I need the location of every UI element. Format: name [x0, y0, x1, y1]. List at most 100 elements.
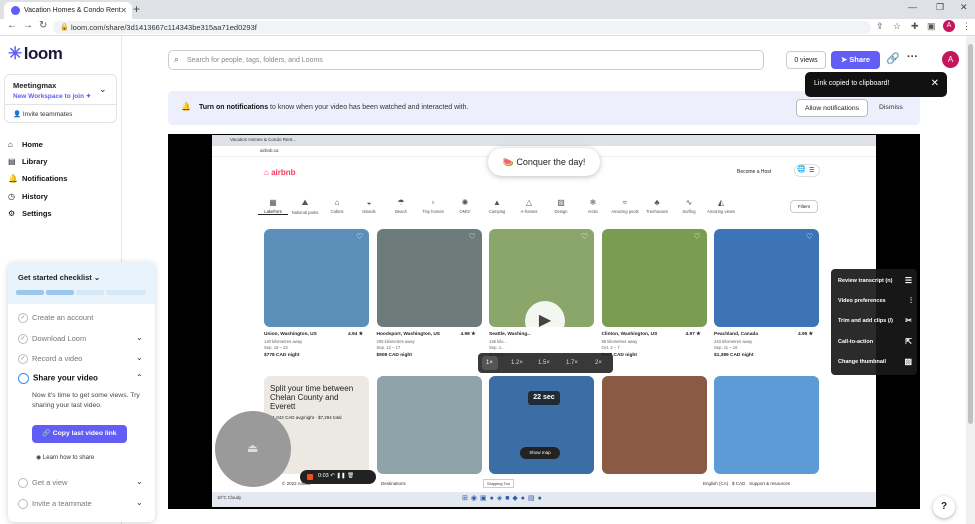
trim-clips-item[interactable]: Trim and add clips (/) ✂ — [838, 316, 912, 325]
copy-link-icon[interactable]: 🔗 — [886, 52, 900, 65]
play-button[interactable]: ▶ — [525, 301, 565, 341]
invite-teammates-link[interactable]: 👤 Invite teammates — [13, 110, 72, 118]
new-tab-icon[interactable]: + — [133, 2, 140, 16]
category-4: ☂ Beach — [386, 198, 416, 214]
speed-1-7x[interactable]: 1.7× — [566, 360, 578, 366]
back-icon[interactable]: ← — [7, 20, 17, 31]
checklist-item-create-account[interactable]: ✓ Create an account — [18, 313, 93, 324]
loom-star-icon: ✳ — [8, 44, 22, 63]
chevron-up-icon[interactable]: ⌃ — [136, 373, 143, 382]
help-button[interactable]: ? — [933, 496, 955, 518]
pause-icon[interactable]: ❚❚ — [336, 473, 345, 479]
stop-icon[interactable] — [307, 474, 313, 480]
listing-dates: Sep. 18 – 23 — [264, 345, 288, 350]
heart-icon: ♡ — [468, 232, 476, 241]
share-button[interactable]: ➤ Share — [831, 51, 880, 69]
chrome-menu-icon[interactable]: ⋮ — [962, 21, 971, 32]
dismiss-button[interactable]: Dismiss — [879, 104, 903, 111]
chevron-down-icon[interactable]: ⌄ — [136, 353, 143, 362]
chevron-down-icon[interactable]: ⌄ — [99, 84, 107, 95]
share-page-icon[interactable]: ⇪ — [876, 21, 884, 32]
destinations-text: Destinations — [381, 481, 406, 486]
call-to-action-item[interactable]: Call-to-action ⇱ — [838, 337, 912, 346]
close-window-icon[interactable]: ✕ — [960, 2, 968, 13]
weather-widget: 18°C Cloudy — [217, 495, 242, 500]
bookmark-star-icon[interactable]: ☆ — [893, 21, 901, 32]
share-description: Now it's time to get some views. Try sha… — [32, 392, 140, 409]
menu-label: Review transcript (n) — [838, 278, 893, 284]
checklist-item-share[interactable]: Share your video — [18, 373, 98, 384]
chevron-down-icon[interactable]: ⌄ — [136, 477, 143, 486]
menu-label: Call-to-action — [838, 339, 874, 345]
category-10: ❄ Arctic — [578, 198, 608, 214]
checklist-header[interactable] — [8, 262, 155, 304]
workspace-join-link[interactable]: New Workspace to join ✦ — [13, 92, 91, 100]
trash-icon[interactable]: 🗑 — [347, 473, 354, 479]
sidepanel-icon[interactable]: ▣ — [927, 21, 936, 32]
extensions-icon[interactable]: ✚ — [911, 21, 919, 32]
nav-notifications[interactable]: 🔔 Notifications — [8, 174, 67, 183]
checklist-title[interactable]: Get started checklist ⌄ — [18, 273, 100, 282]
category-label: Islands — [362, 209, 376, 214]
checklist-title-text: Get started checklist — [18, 273, 92, 282]
reload-icon[interactable]: ↻ — [39, 20, 47, 31]
scrollbar-thumb[interactable] — [968, 44, 973, 424]
profile-avatar[interactable]: A — [943, 20, 955, 32]
checklist-item-get-view[interactable]: Get a view — [18, 478, 67, 489]
url-field[interactable]: 🔒 loom.com/share/3d1413667c114343be315aa7… — [53, 21, 871, 34]
allow-notifications-button[interactable]: Allow notifications — [796, 99, 868, 117]
category-icon: ✺ — [461, 198, 469, 207]
maximize-icon[interactable]: ❐ — [936, 2, 944, 13]
forward-icon[interactable]: → — [23, 20, 33, 31]
more-options-icon[interactable]: ··· — [907, 51, 918, 63]
category-icon: ∿ — [685, 198, 693, 207]
heart-icon: ♡ — [356, 232, 364, 241]
speed-1-5x[interactable]: 1.5× — [538, 360, 550, 366]
listing-photo — [376, 229, 482, 327]
recording-controls[interactable]: 0:03 ↶ ❚❚ 🗑 — [300, 470, 376, 484]
close-tab-icon[interactable]: ✕ — [120, 6, 127, 15]
speed-1x[interactable]: 1× — [486, 360, 493, 366]
nav-history[interactable]: ◷ History — [8, 192, 48, 201]
promo-price: $1,042 CAD avg/night · $7,294 total — [270, 415, 342, 420]
item-label: Record a video — [32, 354, 83, 363]
user-avatar[interactable]: A — [942, 51, 959, 68]
copy-last-video-link-button[interactable]: 🔗 Copy last video link — [32, 425, 127, 443]
nav-label: Settings — [22, 209, 52, 218]
chevron-down-icon[interactable]: ⌄ — [136, 498, 143, 507]
checklist-item-record[interactable]: ✓ Record a video — [18, 354, 83, 365]
category-label: Treehouses — [646, 209, 668, 214]
minimize-icon[interactable]: — — [908, 2, 917, 12]
category-icon: ♣ — [654, 198, 660, 207]
scrollbar[interactable] — [966, 36, 975, 524]
camera-bubble[interactable]: ⏏ — [215, 411, 291, 487]
nav-library[interactable]: ▤ Library — [8, 157, 47, 166]
video-preferences-item[interactable]: Video preferences ⫶ — [838, 296, 912, 305]
category-label: OMG! — [459, 209, 471, 214]
category-label: Lakefront — [264, 209, 282, 214]
speed-2x[interactable]: 2× — [595, 360, 602, 366]
category-icon: △ — [525, 198, 533, 207]
close-icon[interactable]: ✕ — [931, 78, 939, 89]
checklist-item-invite[interactable]: Invite a teammate — [18, 499, 92, 510]
listing-photo — [264, 229, 369, 327]
listing-price: $1,389 CAD night — [714, 353, 754, 358]
notification-text: Turn on notifications to know when your … — [199, 104, 469, 111]
loom-logo[interactable]: ✳ loom — [8, 44, 63, 64]
speed-1-2x[interactable]: 1.2× — [511, 360, 523, 366]
nav-settings[interactable]: ⚙ Settings — [8, 209, 52, 218]
undo-icon[interactable]: ↶ — [330, 473, 335, 479]
notification-rest: to know when your video has been watched… — [268, 104, 469, 111]
change-thumbnail-item[interactable]: Change thumbnail ▨ — [838, 357, 912, 366]
history-icon: ◷ — [8, 192, 15, 201]
listing-rating: 4.95 ★ — [798, 332, 813, 337]
checklist-item-download[interactable]: ✓ Download Loom — [18, 334, 86, 345]
category-label: Amazing views — [707, 209, 735, 214]
views-count-button[interactable]: 0 views — [786, 51, 826, 69]
search-input[interactable]: ⌕ Search for people, tags, folders, and L… — [168, 50, 764, 70]
nav-home[interactable]: ⌂ Home — [8, 140, 43, 149]
chevron-down-icon[interactable]: ⌄ — [136, 333, 143, 342]
browser-tab[interactable]: Vacation Homes & Condo Rent ✕ — [4, 2, 132, 19]
review-transcript-item[interactable]: Review transcript (n) ☰ — [838, 276, 912, 285]
learn-how-to-share-link[interactable]: ◉ Learn how to share — [36, 454, 94, 461]
